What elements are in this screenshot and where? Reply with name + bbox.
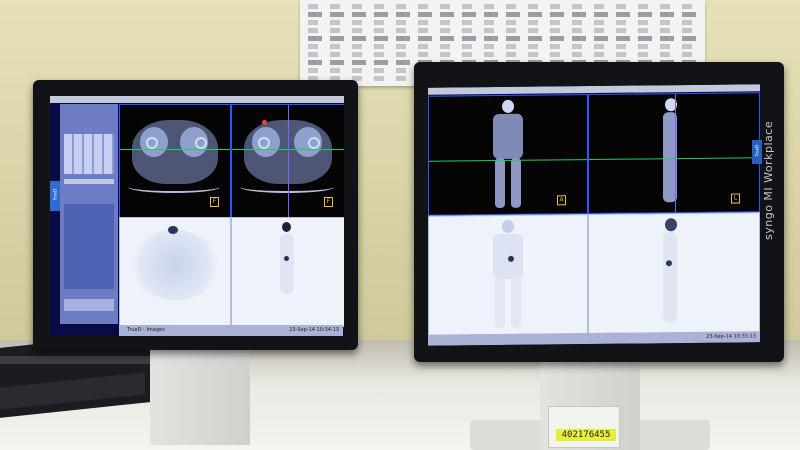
ct-pane-2[interactable]: F — [231, 104, 344, 218]
menu-bar[interactable] — [50, 96, 344, 103]
serial-number: 402176455 — [556, 429, 616, 441]
status-label: TrueD - Images — [127, 327, 165, 333]
device-sticker — [548, 406, 620, 448]
datetime: 23-Sep-14 10:34:13 — [289, 327, 339, 333]
shelf-rail — [0, 356, 150, 364]
pet-sagittal-pane[interactable] — [588, 212, 760, 335]
tool-grid[interactable] — [64, 134, 114, 174]
pane-marker: A — [557, 195, 566, 206]
side-tab-label: TrueD — [52, 188, 58, 201]
brand-label: syngo MI Workplace — [762, 120, 775, 240]
tool-panel — [60, 104, 118, 324]
pane-marker: F — [324, 197, 333, 207]
ct-sagittal-pane[interactable]: L — [588, 92, 760, 215]
datetime: 23-Sep-14 10:35:13 — [706, 333, 756, 340]
left-monitor-stand — [150, 350, 250, 445]
right-screen: A L 23-Sep-14 10:35:13 — [428, 84, 760, 346]
slider[interactable] — [64, 179, 114, 184]
pet-pane-axial[interactable] — [119, 217, 231, 327]
control-strip[interactable] — [64, 299, 114, 311]
pet-coronal-pane[interactable] — [428, 214, 588, 336]
ct-pane-1[interactable]: F — [119, 104, 231, 218]
side-tab-trued[interactable]: TrueD — [752, 140, 762, 164]
side-tab-label: TrueD — [754, 144, 760, 157]
pet-pane-mip[interactable] — [231, 217, 344, 327]
pane-marker: L — [731, 193, 740, 204]
series-list[interactable] — [64, 204, 114, 289]
status-bar: TrueD - Images 23-Sep-14 10:34:13 — [119, 325, 343, 336]
left-screen: TrueD F F TrueD - Images 23-Sep-14 10:34… — [50, 96, 344, 336]
pane-marker: F — [210, 197, 219, 207]
ct-coronal-pane[interactable]: A — [428, 94, 588, 216]
side-tab-trued[interactable]: TrueD — [50, 181, 60, 211]
